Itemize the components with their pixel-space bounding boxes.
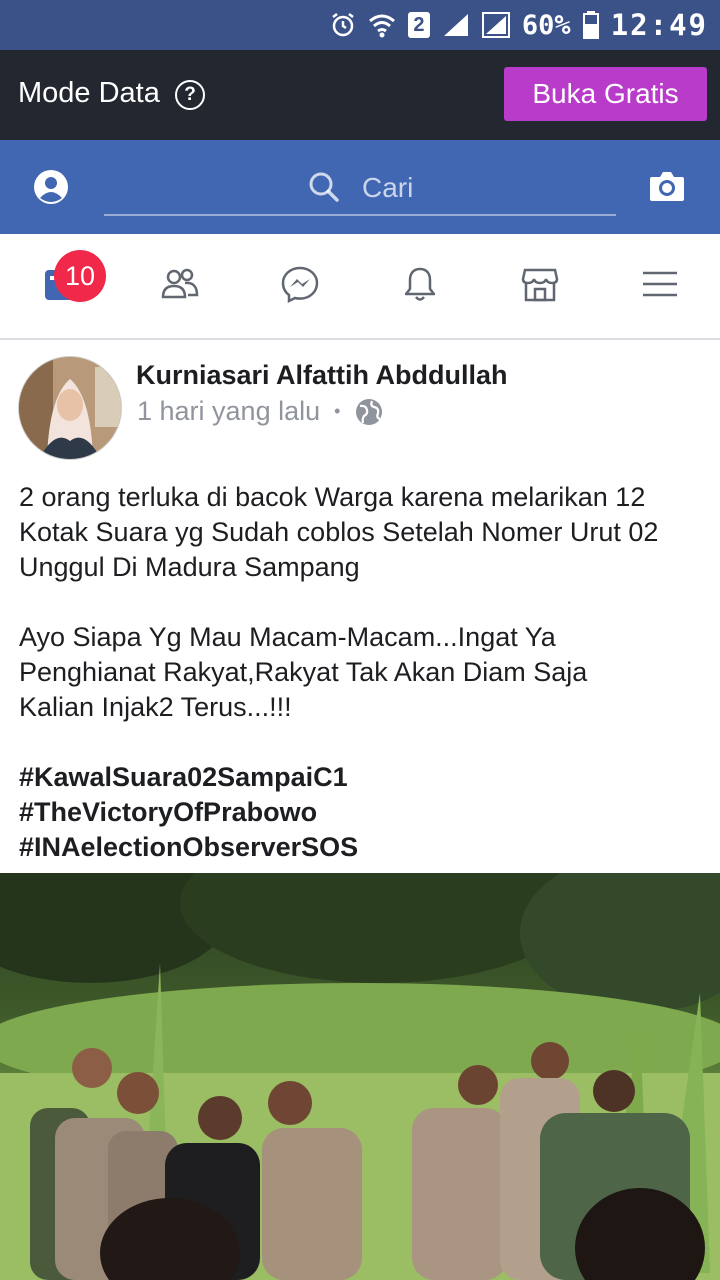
- camera-icon[interactable]: [649, 169, 685, 203]
- post-line: Kalian Injak2 Terus...!!!: [19, 692, 292, 722]
- marketplace-icon[interactable]: [520, 264, 560, 304]
- public-globe-icon: [356, 398, 383, 425]
- open-free-button[interactable]: Buka Gratis: [504, 67, 707, 121]
- friends-icon[interactable]: [160, 264, 200, 304]
- search-placeholder: Cari: [362, 172, 414, 203]
- signal-icon-2: [481, 12, 510, 38]
- post-body: 2 orang terluka di bacok Warga karena me…: [19, 480, 709, 865]
- hashtag-link[interactable]: #TheVictoryOfPrabowo: [19, 795, 709, 830]
- search-icon: [309, 172, 339, 202]
- post-timestamp[interactable]: 1 hari yang lalu: [137, 396, 320, 427]
- post-meta: 1 hari yang lalu •: [137, 396, 384, 427]
- data-mode-title: Mode Data: [18, 77, 160, 109]
- meta-separator: •: [334, 401, 341, 421]
- feed-post: Kurniasari Alfattih Abddullah 1 hari yan…: [0, 340, 720, 1280]
- tab-bar: [0, 234, 720, 340]
- feed-notification-badge: 10: [54, 250, 106, 302]
- battery-percent: 60%: [521, 9, 571, 41]
- post-photo[interactable]: [0, 873, 720, 1280]
- post-author[interactable]: Kurniasari Alfattih Abddullah: [136, 360, 508, 391]
- profile-icon[interactable]: [33, 169, 69, 205]
- battery-icon: [582, 11, 599, 39]
- author-avatar[interactable]: [18, 356, 122, 460]
- wifi-icon: [368, 14, 395, 38]
- hashtag-link[interactable]: #INAelectionObserverSOS: [19, 830, 709, 865]
- clock: 12:49: [610, 8, 708, 42]
- post-line: Penghianat Rakyat,Rakyat Tak Akan Diam S…: [19, 657, 588, 687]
- post-line: Ayo Siapa Yg Mau Macam-Macam...Ingat Ya: [19, 622, 556, 652]
- sim-slot-icon: 2: [407, 12, 430, 38]
- help-icon[interactable]: ?: [175, 80, 205, 110]
- alarm-icon: [332, 13, 354, 37]
- messenger-icon[interactable]: [280, 264, 320, 304]
- search-bar[interactable]: Cari: [104, 160, 616, 216]
- hashtag-link[interactable]: #KawalSuara02SampaiC1: [19, 760, 709, 795]
- app-header: Cari: [0, 140, 720, 234]
- post-paragraph: 2 orang terluka di bacok Warga karena me…: [19, 482, 659, 582]
- notifications-icon[interactable]: [400, 264, 440, 304]
- menu-icon[interactable]: [640, 264, 680, 304]
- status-bar: 2 60% 12:49: [0, 0, 720, 50]
- signal-icon: [443, 14, 468, 36]
- data-mode-bar: Mode Data ? Buka Gratis: [0, 50, 720, 140]
